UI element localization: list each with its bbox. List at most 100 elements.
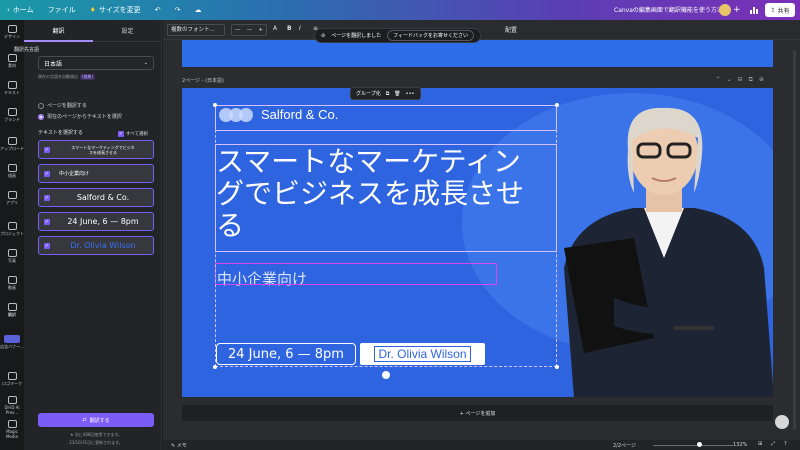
rail-item[interactable]: 動画	[0, 276, 24, 291]
translate-panel: 翻訳 設定	[24, 20, 162, 450]
resize-handle[interactable]	[555, 365, 559, 369]
radio-select-text[interactable]: 現在のページからテキストを選択	[38, 113, 122, 120]
check-icon: ✓	[118, 131, 124, 137]
rail-item[interactable]: 写真	[0, 249, 24, 264]
avatar[interactable]	[719, 4, 731, 16]
text-color-icon[interactable]: A	[273, 25, 277, 32]
text-item-sub[interactable]: ✓ 中小企業向け	[38, 164, 154, 183]
position-button[interactable]: 配置	[505, 25, 517, 34]
layout-icon	[7, 25, 17, 33]
radio-translate-page[interactable]: ページを翻訳する	[38, 102, 87, 109]
rail-item-label: Magic Media	[5, 429, 18, 439]
rail-item[interactable]: テキスト	[0, 81, 24, 96]
text-item-name[interactable]: ✓ Dr. Olivia Wilson	[38, 236, 154, 255]
size-increase[interactable]: +	[258, 25, 263, 35]
target-language-select[interactable]: 日本語 ⌄	[38, 56, 154, 70]
zoom-slider[interactable]	[653, 445, 733, 446]
brand-icon	[7, 108, 17, 116]
tab-settings[interactable]: 設定	[93, 20, 162, 42]
undo-button[interactable]: ↶	[148, 0, 168, 20]
text-item-logo[interactable]: ✓ Salford & Co.	[38, 188, 154, 207]
rail-item[interactable]: DI-ID Ai Pres...	[0, 396, 24, 415]
font-size-stepper[interactable]: — — +	[231, 24, 267, 36]
redo-icon: ↷	[174, 6, 181, 14]
upload-icon	[7, 137, 17, 145]
zoom-slider-knob[interactable]	[697, 442, 702, 447]
rail-item-label: 翻訳	[8, 312, 16, 317]
italic-icon[interactable]: I	[299, 25, 301, 32]
text-item-headline[interactable]: ✓ スマートなマーケティングでビジネスを成長させる	[38, 140, 154, 159]
rail-item[interactable]: 翻訳	[0, 303, 24, 318]
help-icon[interactable]: ?	[784, 441, 787, 447]
slide-canvas[interactable]: Salford & Co. スマートなマーケティングでビジネスを成長させる 中小…	[182, 88, 773, 397]
rail-item[interactable]: ブランド	[0, 108, 24, 123]
trash-icon[interactable]: 🗑	[394, 91, 400, 97]
panel-tabs: 翻訳 設定	[24, 20, 162, 42]
rail-item[interactable]: ロゴマーク	[0, 372, 24, 387]
size-value[interactable]: —	[247, 25, 253, 35]
feedback-button[interactable]: フィードバックをお寄せください	[387, 30, 475, 41]
rotate-handle-icon[interactable]	[382, 371, 390, 379]
file-menu[interactable]: ファイル	[41, 0, 83, 20]
resize-handle[interactable]	[213, 103, 217, 107]
crown-icon: ♦	[89, 6, 96, 14]
fullscreen-icon[interactable]: ⤢	[771, 441, 775, 447]
text-icon	[7, 81, 17, 89]
rail-item-label: 動画	[8, 285, 16, 290]
photo-icon	[7, 249, 17, 257]
document-title[interactable]: Canvaの編集画面で翻訳機能を使う方法	[614, 5, 723, 14]
zoom-level[interactable]: 132%	[733, 442, 747, 448]
rail-item[interactable]: アプリ	[0, 191, 24, 206]
cloud-save-icon[interactable]: ☁	[187, 0, 208, 20]
check-icon: ✓	[44, 243, 50, 249]
translate-button[interactable]: ⇄ 翻訳する	[38, 413, 154, 427]
page-label: 2ページ - (日本語)	[182, 78, 224, 84]
add-page-button[interactable]: + ページを追加	[182, 405, 773, 421]
rail-item[interactable]: デザイン	[0, 25, 24, 40]
resize-handle[interactable]	[213, 365, 217, 369]
text-item-date[interactable]: ✓ 24 June, 6 — 8pm	[38, 212, 154, 231]
bold-icon[interactable]: B	[287, 25, 292, 32]
previous-page-preview[interactable]	[182, 40, 773, 67]
rail-item[interactable]: Magic Media	[0, 420, 24, 439]
redo-button[interactable]: ↷	[168, 0, 188, 20]
text-toolbar: 複数のフォント... — — + A B I ≡ 配置	[163, 20, 800, 40]
grid-view-icon[interactable]: ⊞	[758, 441, 762, 447]
analytics-icon[interactable]	[748, 4, 760, 16]
magic-help-icon[interactable]	[775, 415, 789, 429]
rail-item[interactable]: 描画	[0, 164, 24, 179]
rail-item[interactable]: アップロード	[0, 137, 24, 152]
rail-item[interactable]: 素材	[0, 54, 24, 69]
apps-icon	[7, 191, 17, 199]
top-bar: ‹ ホーム ファイル ♦ サイズを変更 ↶ ↷ ☁ Canvaの編集画面で翻訳機…	[0, 0, 800, 20]
presenter-photo[interactable]	[554, 98, 773, 397]
size-decrease[interactable]: —	[235, 25, 241, 35]
select-all-checkbox[interactable]: ✓ すべて選択	[118, 131, 148, 137]
notes-button[interactable]: ✎ メモ	[171, 442, 187, 449]
tab-translate[interactable]: 翻訳	[24, 20, 93, 42]
radio-dot	[38, 113, 44, 120]
rail-item[interactable]: プロジェクト	[0, 222, 24, 237]
duplicate-icon[interactable]: ⧉	[386, 91, 390, 97]
page-tools[interactable]: ⌃⌄⊟⧉⊕	[716, 76, 770, 84]
translated-toast: ⊘ ページを翻訳しました フィードバックをお寄せください	[314, 28, 482, 43]
logo-icon	[7, 372, 17, 380]
canvas-scrollbar[interactable]	[793, 50, 796, 430]
resize-button[interactable]: ♦ サイズを変更	[83, 0, 148, 20]
edit-badge[interactable]: (編集)	[80, 74, 96, 80]
rail-item[interactable]: 広告バナー...	[0, 335, 24, 350]
rail-item-label: 描画	[8, 173, 16, 178]
page-count[interactable]: 2/2ページ	[613, 442, 636, 449]
chevron-left-icon: ‹	[7, 6, 10, 14]
elements-icon	[7, 54, 17, 62]
home-button[interactable]: ‹ ホーム	[0, 0, 41, 20]
bottom-bar: ✎ メモ 2/2ページ 132% ⊞ ⤢ ?	[163, 440, 800, 450]
magic-icon	[7, 420, 17, 428]
font-family-select[interactable]: 複数のフォント...	[167, 24, 225, 36]
group-button[interactable]: グループ化	[356, 90, 381, 97]
rail-item-label: 広告バナー...	[0, 344, 24, 349]
add-collaborator-icon[interactable]: +	[733, 4, 741, 16]
more-icon[interactable]: •••	[406, 91, 415, 97]
share-button[interactable]: ⇪ 共有	[765, 3, 795, 17]
resize-handle[interactable]	[555, 103, 559, 107]
